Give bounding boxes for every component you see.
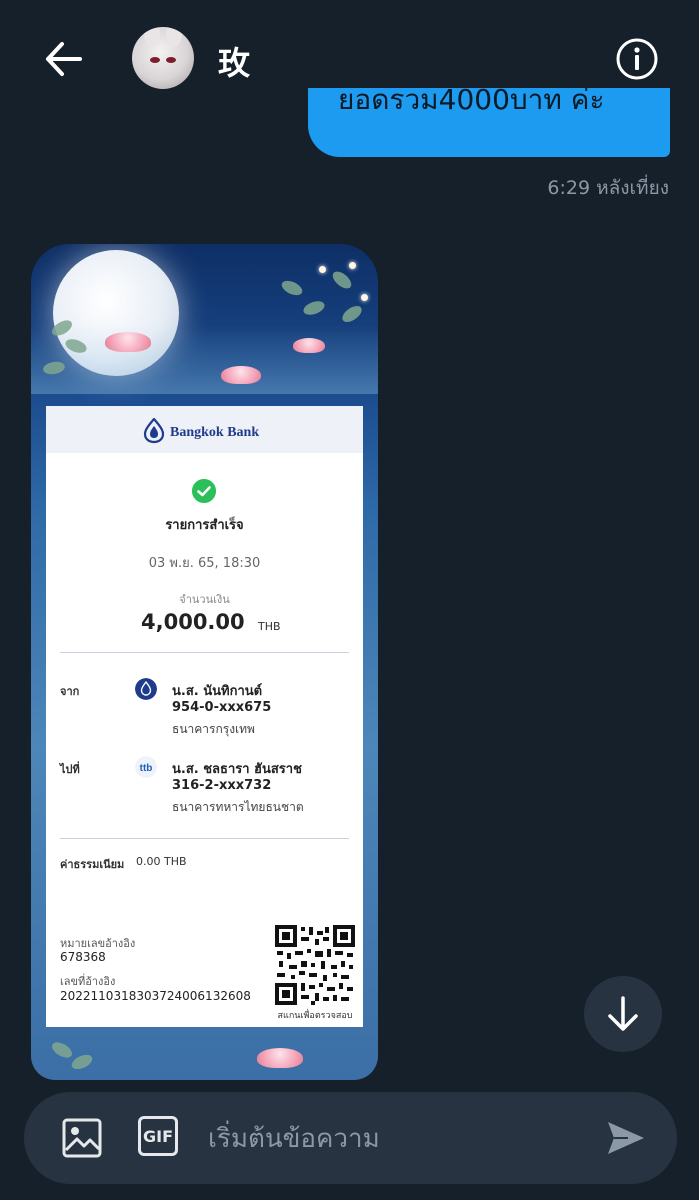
divider xyxy=(60,652,349,653)
bank-name: Bangkok Bank xyxy=(170,425,260,440)
avatar-ear xyxy=(144,27,160,47)
divider xyxy=(60,838,349,839)
avatar[interactable] xyxy=(132,27,194,89)
image-icon xyxy=(62,1118,102,1158)
add-image-button[interactable] xyxy=(60,1116,104,1160)
ttb-bank-icon: ttb xyxy=(135,756,157,778)
qr-caption: สแกนเพื่อตรวจสอบ xyxy=(277,1011,353,1021)
reference-id-value: 2022110318303724006132608 xyxy=(60,989,251,1003)
avatar-eye xyxy=(166,57,176,63)
from-bank: ธนาคารกรุงเทพ xyxy=(172,722,255,736)
lotus-decoration xyxy=(257,1048,303,1068)
sent-message-bubble[interactable]: ยอดรวม4000บาท ค่ะ xyxy=(308,88,670,157)
to-account: 316-2-xxx732 xyxy=(172,778,272,793)
to-label: ไปที่ xyxy=(60,763,80,776)
flower-decoration xyxy=(319,266,326,273)
message-input[interactable] xyxy=(206,1114,580,1164)
bangkok-bank-logo-icon xyxy=(143,418,165,444)
to-name: น.ส. ชลธารา ฮันสราช xyxy=(172,762,302,777)
info-icon xyxy=(616,38,658,80)
transaction-date: 03 พ.ย. 65, 18:30 xyxy=(148,556,261,571)
bangkok-bank-icon xyxy=(135,678,157,700)
send-icon xyxy=(608,1122,644,1154)
avatar-eye xyxy=(150,57,160,63)
message-composer: GIF xyxy=(24,1092,677,1184)
avatar-ear xyxy=(166,27,182,47)
message-timestamp: 6:29 หลังเที่ยง xyxy=(547,177,669,199)
transfer-amount: 4,000.00 xyxy=(141,610,245,634)
qr-code-icon xyxy=(275,925,355,1005)
receipt-card: Bangkok Bank รายการสำเร็จ 03 พ.ย. 65, 18… xyxy=(46,406,363,1027)
from-label: จาก xyxy=(60,685,80,698)
leaf-decoration xyxy=(279,277,305,299)
conversation-title[interactable]: 玫 xyxy=(218,38,250,84)
amount-label: จำนวนเงิน xyxy=(179,593,230,606)
sent-message-text: ยอดรวม4000บาท ค่ะ xyxy=(338,88,605,116)
amount-currency: THB xyxy=(258,620,281,633)
to-bank: ธนาคารทหารไทยธนชาต xyxy=(172,800,304,814)
back-button[interactable] xyxy=(40,38,86,80)
fee-label: ค่าธรรมเนียม xyxy=(60,858,125,871)
arrow-down-icon xyxy=(608,996,638,1031)
lotus-decoration xyxy=(293,338,325,353)
flower-decoration xyxy=(349,262,356,269)
lotus-decoration xyxy=(105,332,151,352)
leaf-decoration xyxy=(339,302,365,326)
fee-value: 0.00 THB xyxy=(136,855,187,868)
from-name: น.ส. นันทิกานต์ xyxy=(172,684,263,699)
water-decoration xyxy=(31,324,378,394)
transfer-slip-image[interactable]: Bangkok Bank รายการสำเร็จ 03 พ.ย. 65, 18… xyxy=(31,244,378,1080)
leaf-decoration xyxy=(301,298,327,318)
svg-text:ttb: ttb xyxy=(140,763,153,774)
info-button[interactable] xyxy=(615,37,659,81)
leaf-decoration xyxy=(49,1039,75,1061)
from-account: 954-0-xxx675 xyxy=(172,700,272,715)
transaction-status: รายการสำเร็จ xyxy=(165,518,244,533)
reference-number-value: 678368 xyxy=(60,950,106,964)
leaf-decoration xyxy=(69,1051,95,1073)
add-gif-button[interactable]: GIF xyxy=(138,1116,178,1156)
send-button[interactable] xyxy=(604,1116,648,1160)
reference-id-label: เลขที่อ้างอิง xyxy=(60,975,116,988)
scroll-to-bottom-button[interactable] xyxy=(584,976,662,1052)
leaf-decoration xyxy=(329,268,355,292)
flower-decoration xyxy=(361,294,368,301)
lotus-decoration xyxy=(221,366,261,384)
success-check-icon xyxy=(192,479,216,503)
bank-header: Bangkok Bank xyxy=(46,406,363,453)
arrow-left-icon xyxy=(46,42,82,76)
